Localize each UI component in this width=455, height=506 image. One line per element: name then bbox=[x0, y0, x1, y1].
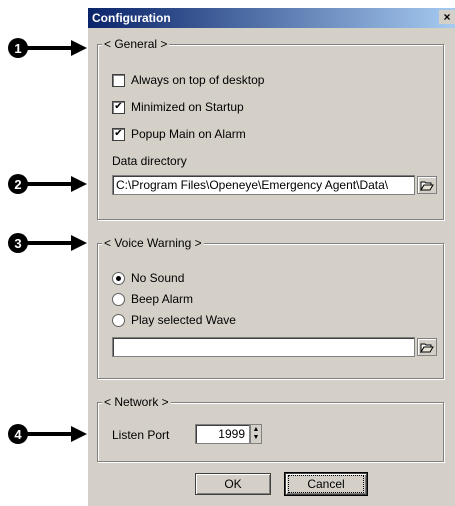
arrow-right-icon bbox=[25, 426, 87, 442]
cancel-button-label: Cancel bbox=[288, 475, 364, 493]
radio-label: Beep Alarm bbox=[131, 292, 194, 306]
callout-3: 3 bbox=[8, 233, 88, 253]
configuration-dialog: Configuration × < General > Always on to… bbox=[88, 8, 455, 506]
checkbox-label: Minimized on Startup bbox=[131, 100, 244, 114]
data-directory-label: Data directory bbox=[112, 154, 187, 168]
callout-1: 1 bbox=[8, 38, 88, 58]
general-legend: < General > bbox=[102, 37, 170, 51]
arrow-right-icon bbox=[25, 176, 87, 192]
voice-warning-group: < Voice Warning > No Sound Beep Alarm Pl… bbox=[97, 236, 444, 379]
arrow-right-icon bbox=[25, 40, 87, 56]
window-title: Configuration bbox=[92, 11, 171, 25]
checkbox-label: Popup Main on Alarm bbox=[131, 127, 246, 141]
wave-file-field[interactable] bbox=[112, 337, 415, 357]
check-icon: ✔ bbox=[114, 101, 123, 112]
minimized-on-startup-option[interactable]: ✔ Minimized on Startup bbox=[112, 99, 244, 115]
folder-open-icon bbox=[420, 181, 434, 191]
beep-alarm-radio[interactable] bbox=[112, 292, 125, 306]
play-selected-wave-option[interactable]: Play selected Wave bbox=[112, 312, 236, 328]
network-legend: < Network > bbox=[102, 395, 171, 409]
radio-label: Play selected Wave bbox=[131, 313, 236, 327]
radio-selected-dot bbox=[116, 275, 121, 281]
listen-port-spinner[interactable]: ▲ ▼ bbox=[250, 424, 262, 444]
network-group: < Network > Listen Port 1999 ▲ ▼ bbox=[97, 395, 444, 462]
callout-2: 2 bbox=[8, 174, 88, 194]
no-sound-option[interactable]: No Sound bbox=[112, 270, 184, 286]
folder-open-icon bbox=[420, 343, 434, 353]
checkbox-label: Always on top of desktop bbox=[131, 73, 265, 87]
callout-4: 4 bbox=[8, 424, 88, 444]
data-directory-field[interactable]: C:\Program Files\Openeye\Emergency Agent… bbox=[112, 175, 415, 195]
cancel-button[interactable]: Cancel bbox=[284, 472, 368, 496]
close-button[interactable]: × bbox=[439, 10, 455, 24]
listen-port-label: Listen Port bbox=[112, 428, 170, 442]
arrow-right-icon bbox=[25, 235, 87, 251]
general-group: < General > Always on top of desktop ✔ M… bbox=[97, 37, 444, 220]
play-selected-wave-radio[interactable] bbox=[112, 313, 125, 327]
no-sound-radio[interactable] bbox=[112, 271, 125, 285]
minimized-on-startup-checkbox[interactable]: ✔ bbox=[112, 100, 125, 114]
ok-button[interactable]: OK bbox=[195, 473, 271, 495]
spin-up-icon[interactable]: ▲ bbox=[251, 425, 261, 433]
always-on-top-checkbox[interactable] bbox=[112, 73, 125, 87]
always-on-top-option[interactable]: Always on top of desktop bbox=[112, 72, 264, 88]
voice-warning-legend: < Voice Warning > bbox=[102, 236, 204, 250]
spin-down-icon[interactable]: ▼ bbox=[251, 433, 261, 441]
title-bar[interactable]: Configuration × bbox=[88, 8, 455, 28]
popup-main-on-alarm-option[interactable]: ✔ Popup Main on Alarm bbox=[112, 126, 246, 142]
listen-port-field[interactable]: 1999 bbox=[195, 424, 250, 444]
wave-file-browse-button[interactable] bbox=[417, 338, 437, 356]
data-directory-browse-button[interactable] bbox=[417, 176, 437, 194]
beep-alarm-option[interactable]: Beep Alarm bbox=[112, 291, 193, 307]
check-icon: ✔ bbox=[114, 128, 123, 139]
popup-main-on-alarm-checkbox[interactable]: ✔ bbox=[112, 127, 125, 141]
radio-label: No Sound bbox=[131, 271, 185, 285]
